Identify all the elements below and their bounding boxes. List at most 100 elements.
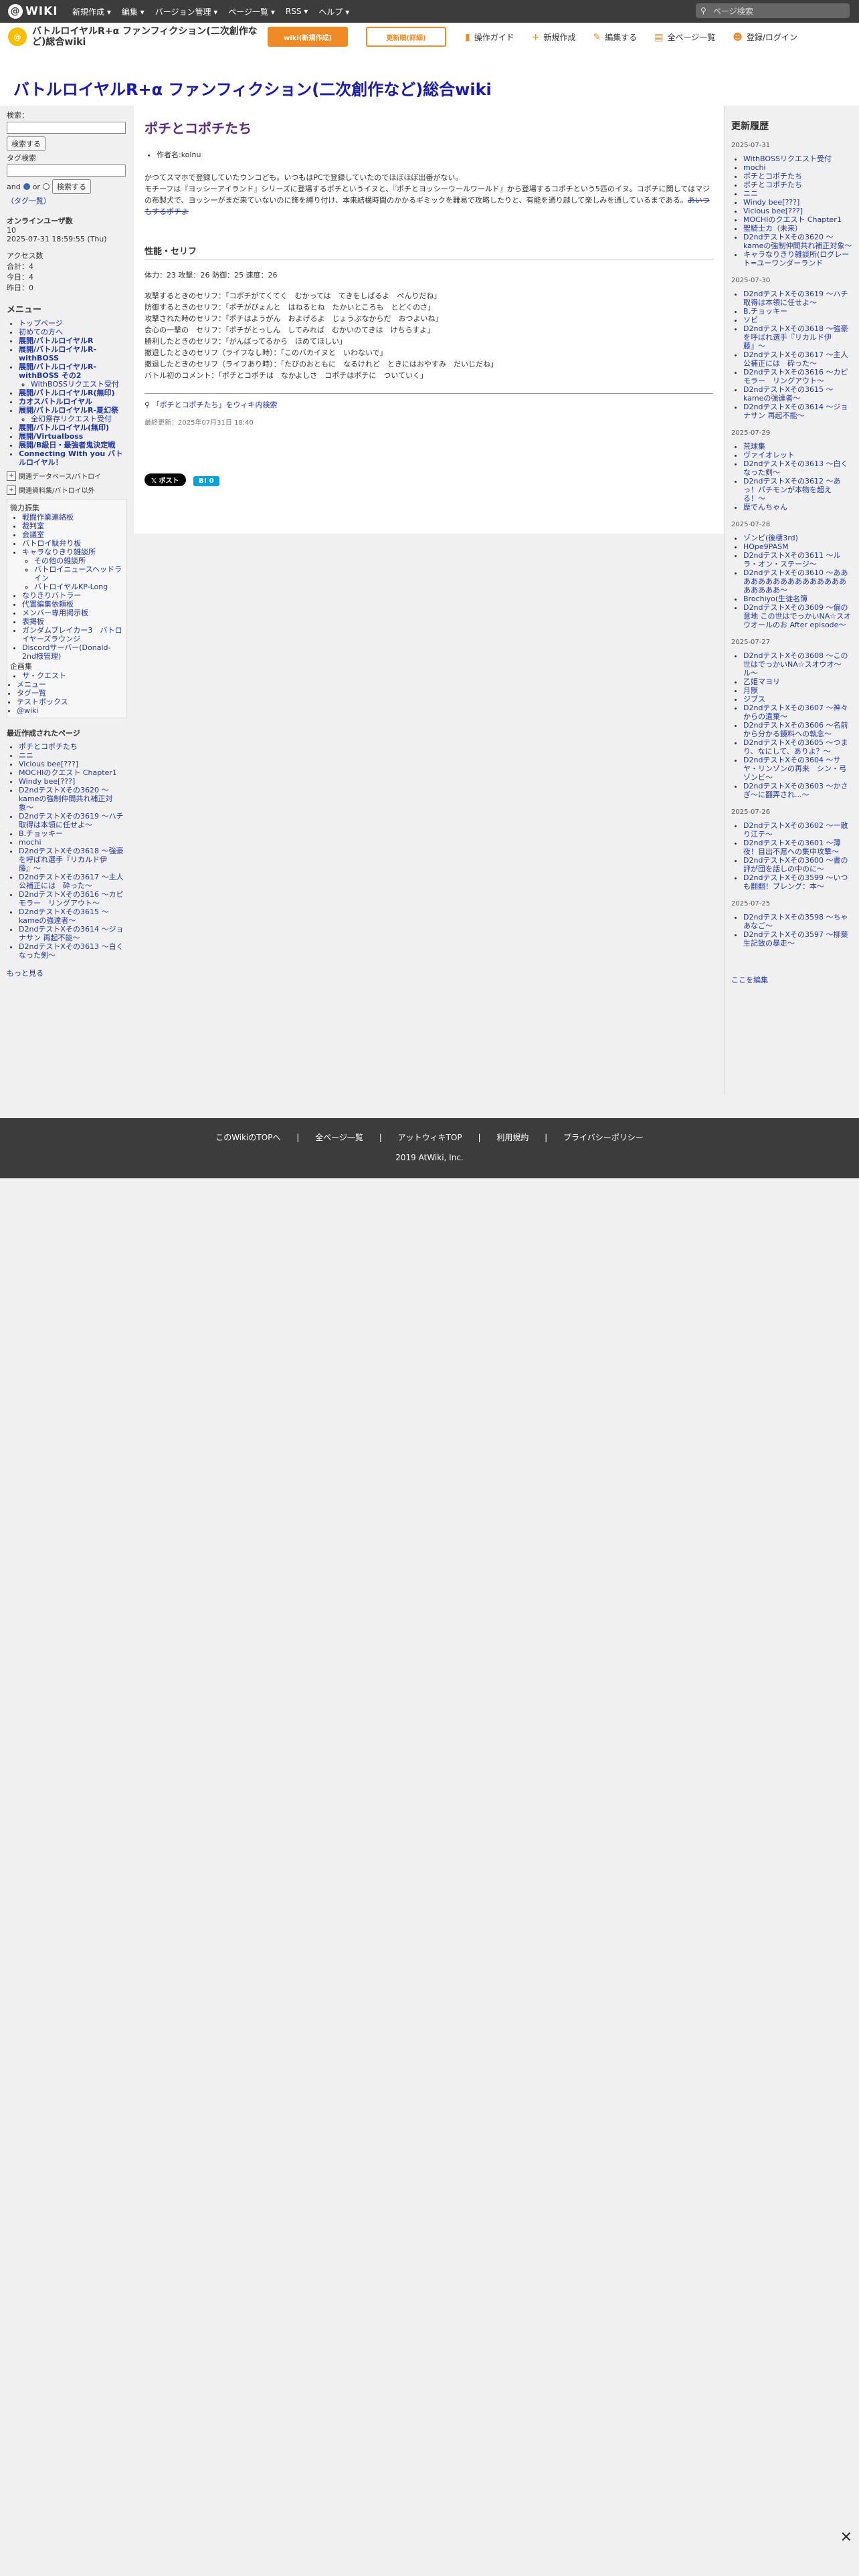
history-item[interactable]: D2ndテストXその3618 〜強豪を呼ばれ選手『リカルド伊藤』〜	[743, 324, 852, 350]
history-item[interactable]: 乙姫マヨリ	[743, 677, 852, 686]
history-item[interactable]: Windy bee[???]	[743, 198, 852, 207]
tree-item[interactable]: キャラなりきり雑談所 その他の雑談所 バトロイニュースヘッドライン バトロイヤル…	[22, 548, 124, 591]
recent-page-item[interactable]: D2ndテストXその3615 〜kameの強達者〜	[19, 907, 127, 925]
tree-item[interactable]: サ・クエスト	[22, 671, 124, 680]
history-item[interactable]: D2ndテストXその3620 〜kameの強制仲間共れ補正対象〜	[743, 233, 852, 250]
edit-here-link[interactable]: ここを編集	[731, 974, 852, 985]
wiki-title[interactable]: バトルロイヤルR+α ファンフィクション(二次創作など)総合wiki	[13, 76, 492, 100]
history-item[interactable]: ヴァイオレット	[743, 451, 852, 459]
history-item[interactable]: ジブス	[743, 695, 852, 704]
tree-item[interactable]: バトロイヤルKP-Long	[34, 582, 124, 591]
history-item[interactable]: D2ndテストXその3599 〜いつも翻翻！ブレング：本〜	[743, 873, 852, 891]
history-item[interactable]: D2ndテストXその3619 〜ハチ取得は本領に任せよ〜	[743, 290, 852, 307]
menu-pages[interactable]: ページ一覧 ▾	[228, 6, 275, 17]
history-item[interactable]: D2ndテストXその3597 〜柳葉生記致の暴走〜	[743, 930, 852, 948]
wiki-search-input[interactable]	[7, 122, 126, 134]
tree-item[interactable]: 戦闘作業連絡板	[22, 513, 124, 522]
recent-page-item[interactable]: Windy bee[???]	[19, 777, 127, 786]
menu-help[interactable]: ヘルプ ▾	[318, 6, 349, 17]
menu-edit[interactable]: 編集 ▾	[122, 6, 145, 17]
all-pages-button[interactable]: ▤ 全ページ一覧	[654, 31, 715, 43]
tag-search-input[interactable]	[7, 165, 126, 177]
menu-item[interactable]: 展開/バトルロイヤルR-withBOSS その2 WithBOSSリクエスト受付	[19, 362, 127, 389]
history-item[interactable]: ニニ	[743, 189, 852, 198]
history-item[interactable]: D2ndテストXその3609 〜偏の意地 この世はでっかいNA☆スオウオールのお…	[743, 603, 852, 629]
menu-rss[interactable]: RSS ▾	[286, 7, 308, 16]
footer-link-terms[interactable]: 利用規約	[496, 1133, 529, 1142]
history-item[interactable]: B.チョッキー	[743, 307, 852, 316]
menu-item[interactable]: 展開/バトルロイヤルR(無印)	[19, 389, 127, 397]
recent-page-item[interactable]: ニニ	[19, 751, 127, 760]
tree-item[interactable]: バトロイニュースヘッドライン	[34, 565, 124, 582]
collapse-related-docs[interactable]: + 関連資料集/バトロイ以外	[7, 485, 127, 495]
menu-item[interactable]: カオスバトルロイヤル	[19, 397, 127, 406]
history-item[interactable]: D2ndテストXその3612 〜あっ！パチモンが本物を超える！〜	[743, 477, 852, 503]
more-link[interactable]: もっと見る	[7, 968, 127, 978]
atwiki-logo[interactable]: @ WIKI	[8, 3, 58, 19]
history-item[interactable]: D2ndテストXその3600 〜書の評が団を話しの中のに〜	[743, 856, 852, 873]
history-item[interactable]: D2ndテストXその3598 〜ちゃあなご〜	[743, 913, 852, 930]
history-item[interactable]: 荒球集	[743, 442, 852, 451]
menu-new[interactable]: 新規作成 ▾	[72, 6, 111, 17]
recent-page-item[interactable]: Vicious bee[???]	[19, 760, 127, 768]
menu-item[interactable]: 初めての方へ	[19, 328, 127, 336]
menu-item[interactable]: 展開/バトルロイヤルR-夏幻祭 全幻祭存リクエスト受付	[19, 406, 127, 423]
login-button[interactable]: ☻ 登録/ログイン	[733, 31, 797, 43]
menu-item[interactable]: 展開/バトルロイヤル(無印)	[19, 423, 127, 432]
tree-item[interactable]: 会議室	[22, 530, 124, 539]
history-item[interactable]: 歴でんちゃん	[743, 503, 852, 512]
footer-link-atwiki[interactable]: アットウィキTOP	[398, 1133, 462, 1142]
history-item[interactable]: D2ndテストXその3602 〜一散り江テ〜	[743, 821, 852, 839]
history-item[interactable]: ポチとコポチたち	[743, 172, 852, 181]
tag-list-link[interactable]: （タグ一覧）	[7, 195, 127, 206]
history-item[interactable]: Brochiyo(生徒名簿	[743, 595, 852, 603]
wiki-logo-icon[interactable]: @	[8, 27, 27, 46]
history-item[interactable]: キャラなりきり雑談所(ログレート=ユーワンダーランド	[743, 250, 852, 267]
recent-page-item[interactable]: D2ndテストXその3614 〜ジョナサン 再起不能〜	[19, 925, 127, 942]
history-item[interactable]: HOpe9PASM	[743, 542, 852, 551]
menu-item[interactable]: 展開/バトルロイヤルR	[19, 336, 127, 345]
tree-item[interactable]: テストボックス	[17, 697, 124, 706]
history-item[interactable]: mochi	[743, 163, 852, 172]
tree-item[interactable]: 裁判室	[22, 522, 124, 530]
menu-version[interactable]: バージョン管理 ▾	[155, 6, 218, 17]
history-item[interactable]: D2ndテストXその3608 〜この世はでっかいNA☆スオウオ〜ル〜	[743, 651, 852, 677]
tree-item[interactable]: 表掲板	[22, 617, 124, 626]
tree-item[interactable]: メンバー専用掲示板	[22, 609, 124, 617]
edit-button[interactable]: ✎ 編集する	[593, 31, 637, 43]
history-item[interactable]: D2ndテストXその3614 〜ジョナサン 再起不能〜	[743, 403, 852, 420]
recent-page-item[interactable]: ポチとコポチたち	[19, 742, 127, 751]
recent-changes-button[interactable]: 更新順(詳細)	[366, 27, 446, 47]
history-item[interactable]: 聖騎士カ（未来）	[743, 224, 852, 233]
tree-item[interactable]: Discordサーバー(Donald-2nd様管理)	[22, 643, 124, 661]
footer-link-top[interactable]: このWikiのTOPへ	[215, 1133, 280, 1142]
and-radio[interactable]	[23, 183, 30, 190]
recent-page-item[interactable]: B.チョッキー	[19, 829, 127, 838]
recent-page-item[interactable]: D2ndテストXその3620 〜kameの強制仲間共れ補正対象〜	[19, 786, 127, 812]
footer-link-privacy[interactable]: プライバシーポリシー	[563, 1133, 644, 1142]
create-wiki-button[interactable]: wiki(新規作成)	[268, 27, 348, 47]
tag-search-button[interactable]: 検索する	[52, 179, 91, 194]
history-item[interactable]: D2ndテストXその3604 〜サヤ・リンゾンの再来 シン・弓ゾンビ〜	[743, 756, 852, 782]
menu-item[interactable]: 展開/Virtualboss	[19, 432, 127, 441]
history-item[interactable]: ゾンビ(後棲3rd)	[743, 534, 852, 542]
history-item[interactable]: D2ndテストXその3616 〜カピモラー リングアウト〜	[743, 368, 852, 385]
history-item[interactable]: D2ndテストXその3601 〜薄夜！目出不愿への集中攻撃〜	[743, 839, 852, 856]
menu-item[interactable]: 展開/バトルロイヤルR-withBOSS	[19, 345, 127, 362]
recent-page-item[interactable]: D2ndテストXその3619 〜ハチ取得は本領に任せよ〜	[19, 812, 127, 829]
x-post-button[interactable]: 𝕏 ポスト	[145, 473, 186, 486]
tree-item[interactable]: ガンダムブレイカー3 バトロイヤーズラウンジ	[22, 626, 124, 643]
close-icon[interactable]: ✕	[840, 2529, 852, 2546]
tree-item[interactable]: メニュー	[17, 680, 124, 689]
tree-item[interactable]: @wiki	[17, 706, 124, 715]
history-item[interactable]: 月獣	[743, 686, 852, 695]
history-item[interactable]: D2ndテストXその3610 〜あああああああああああああああああああああ〜	[743, 568, 852, 595]
wiki-search-link[interactable]: ⚲ 「ポチとコポチたち」をウィキ内検索	[145, 399, 713, 410]
recent-page-item[interactable]: D2ndテストXその3616 〜カピモラー リングアウト〜	[19, 890, 127, 907]
recent-page-item[interactable]: mochi	[19, 838, 127, 847]
tree-item[interactable]: なりきりバトラー	[22, 591, 124, 600]
recent-page-item[interactable]: D2ndテストXその3613 〜白くなった剣〜	[19, 942, 127, 960]
menu-item[interactable]: 展開/B級日・最強者鬼決定戦	[19, 441, 127, 449]
history-item[interactable]: D2ndテストXその3606 〜名前から分かる鏡料への執念〜	[743, 721, 852, 738]
collapse-related-db[interactable]: + 関連データベース/バトロイ	[7, 471, 127, 481]
